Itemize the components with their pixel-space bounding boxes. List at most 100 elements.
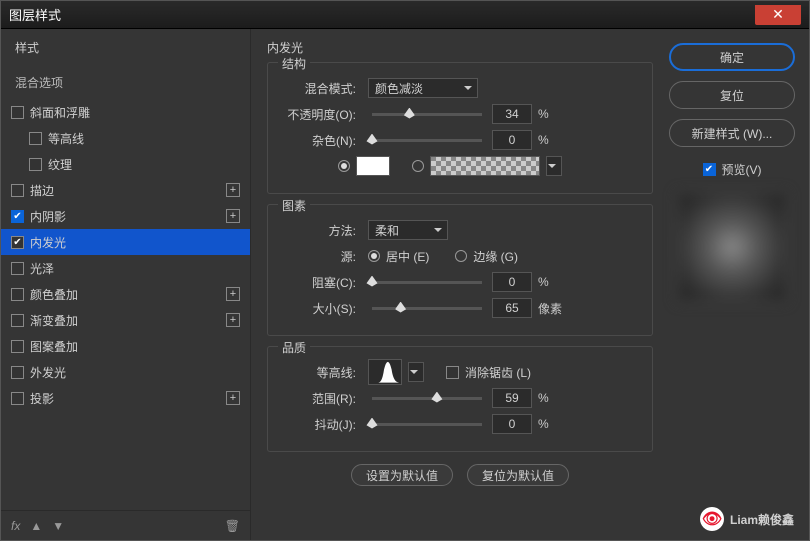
quality-group: 品质 等高线: 消除锯齿 (L) 范围(R): 59 %	[267, 346, 653, 452]
reset-default-button[interactable]: 复位为默认值	[467, 464, 569, 486]
style-label: 描边	[30, 182, 220, 199]
noise-input[interactable]: 0	[492, 130, 532, 150]
noise-slider[interactable]	[372, 139, 482, 142]
add-effect-icon[interactable]: +	[226, 287, 240, 301]
style-checkbox[interactable]	[11, 314, 24, 327]
add-effect-icon[interactable]: +	[226, 313, 240, 327]
style-label: 内发光	[30, 234, 240, 251]
color-radio[interactable]	[338, 160, 350, 172]
contour-picker[interactable]	[368, 359, 402, 385]
add-effect-icon[interactable]: +	[226, 209, 240, 223]
opacity-input[interactable]: 34	[492, 104, 532, 124]
noise-label: 杂色(N):	[282, 132, 362, 149]
style-label: 渐变叠加	[30, 312, 220, 329]
style-label: 外发光	[30, 364, 240, 381]
preview-label[interactable]: 预览(V)	[722, 161, 762, 178]
styles-heading[interactable]: 样式	[1, 29, 250, 66]
fx-menu-icon[interactable]: fx	[11, 519, 20, 533]
source-center-radio[interactable]	[368, 250, 380, 262]
add-effect-icon[interactable]: +	[226, 391, 240, 405]
style-item-8[interactable]: 渐变叠加 +	[1, 307, 250, 333]
style-item-2[interactable]: 纹理	[1, 151, 250, 177]
blending-options[interactable]: 混合选项	[1, 66, 250, 99]
blend-mode-select[interactable]: 颜色减淡	[368, 78, 478, 98]
style-item-4[interactable]: 内阴影 +	[1, 203, 250, 229]
style-checkbox[interactable]	[11, 340, 24, 353]
quality-label: 品质	[278, 339, 310, 356]
style-item-3[interactable]: 描边 +	[1, 177, 250, 203]
range-input[interactable]: 59	[492, 388, 532, 408]
styles-sidebar: 样式 混合选项 斜面和浮雕等高线纹理描边 + 内阴影 + 内发光光泽颜色叠加 + 渐变叠加 +…	[1, 29, 251, 540]
size-slider[interactable]	[372, 307, 482, 310]
style-item-9[interactable]: 图案叠加	[1, 333, 250, 359]
glow-gradient-swatch[interactable]	[430, 156, 540, 176]
style-item-0[interactable]: 斜面和浮雕	[1, 99, 250, 125]
ok-button[interactable]: 确定	[669, 43, 795, 71]
opacity-label: 不透明度(O):	[282, 106, 362, 123]
sidebar-footer: fx ▲ ▼ 🗑	[1, 510, 250, 540]
style-checkbox[interactable]	[11, 236, 24, 249]
right-panel: 确定 复位 新建样式 (W)... 预览(V)	[669, 29, 809, 540]
style-label: 光泽	[30, 260, 240, 277]
watermark: 👁 Liam赖俊鑫	[700, 507, 794, 531]
add-effect-icon[interactable]: +	[226, 183, 240, 197]
source-edge-radio[interactable]	[455, 250, 467, 262]
source-label: 源:	[282, 248, 362, 265]
opacity-slider[interactable]	[372, 113, 482, 116]
elements-label: 图素	[278, 197, 310, 214]
gradient-menu[interactable]	[546, 156, 562, 176]
style-label: 颜色叠加	[30, 286, 220, 303]
gradient-radio[interactable]	[412, 160, 424, 172]
style-label: 内阴影	[30, 208, 220, 225]
style-item-10[interactable]: 外发光	[1, 359, 250, 385]
weibo-icon: 👁	[700, 507, 724, 531]
elements-group: 图素 方法: 柔和 源: 居中 (E) 边缘 (G) 阻塞(C): 0	[267, 204, 653, 336]
style-checkbox[interactable]	[11, 262, 24, 275]
layer-style-dialog: 图层样式 ✕ 样式 混合选项 斜面和浮雕等高线纹理描边 + 内阴影 + 内发光光泽颜色叠…	[0, 0, 810, 541]
style-label: 纹理	[48, 156, 240, 173]
style-label: 斜面和浮雕	[30, 104, 240, 121]
source-center-label[interactable]: 居中 (E)	[386, 248, 429, 265]
antialias-checkbox[interactable]	[446, 366, 459, 379]
move-down-icon[interactable]: ▼	[52, 519, 64, 533]
style-checkbox[interactable]	[11, 210, 24, 223]
style-checkbox[interactable]	[11, 366, 24, 379]
style-checkbox[interactable]	[29, 158, 42, 171]
range-slider[interactable]	[372, 397, 482, 400]
style-checkbox[interactable]	[11, 392, 24, 405]
style-checkbox[interactable]	[11, 184, 24, 197]
close-button[interactable]: ✕	[755, 5, 801, 25]
choke-slider[interactable]	[372, 281, 482, 284]
panel-title: 内发光	[267, 39, 653, 56]
antialias-label[interactable]: 消除锯齿 (L)	[465, 364, 531, 381]
style-item-6[interactable]: 光泽	[1, 255, 250, 281]
style-item-5[interactable]: 内发光	[1, 229, 250, 255]
style-item-7[interactable]: 颜色叠加 +	[1, 281, 250, 307]
structure-group: 结构 混合模式: 颜色减淡 不透明度(O): 34 % 杂色(N): 0 %	[267, 62, 653, 194]
make-default-button[interactable]: 设置为默认值	[351, 464, 453, 486]
style-checkbox[interactable]	[11, 106, 24, 119]
range-label: 范围(R):	[282, 390, 362, 407]
choke-input[interactable]: 0	[492, 272, 532, 292]
preview-checkbox[interactable]	[703, 163, 716, 176]
style-checkbox[interactable]	[29, 132, 42, 145]
glow-color-swatch[interactable]	[356, 156, 390, 176]
move-up-icon[interactable]: ▲	[30, 519, 42, 533]
structure-label: 结构	[278, 55, 310, 72]
jitter-slider[interactable]	[372, 423, 482, 426]
source-edge-label[interactable]: 边缘 (G)	[473, 248, 518, 265]
cancel-button[interactable]: 复位	[669, 81, 795, 109]
technique-select[interactable]: 柔和	[368, 220, 448, 240]
blend-mode-label: 混合模式:	[282, 80, 362, 97]
technique-label: 方法:	[282, 222, 362, 239]
style-item-11[interactable]: 投影+	[1, 385, 250, 411]
size-input[interactable]: 65	[492, 298, 532, 318]
new-style-button[interactable]: 新建样式 (W)...	[669, 119, 795, 147]
style-item-1[interactable]: 等高线	[1, 125, 250, 151]
style-checkbox[interactable]	[11, 288, 24, 301]
choke-label: 阻塞(C):	[282, 274, 362, 291]
trash-icon[interactable]: 🗑	[225, 519, 240, 533]
jitter-input[interactable]: 0	[492, 414, 532, 434]
contour-menu[interactable]	[408, 362, 424, 382]
window-title: 图层样式	[9, 5, 755, 24]
